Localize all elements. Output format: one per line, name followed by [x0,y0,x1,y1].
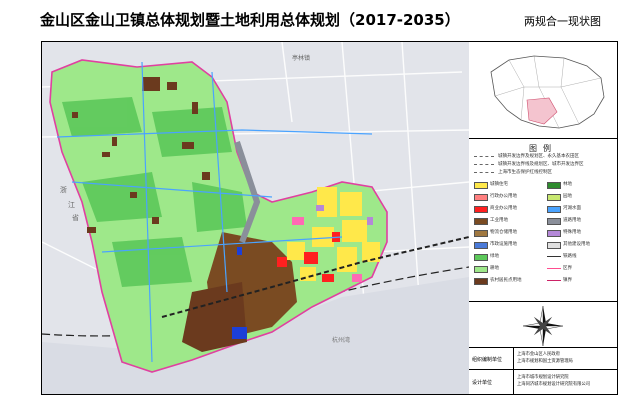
legend-swatch [474,266,488,273]
legend-swatch [547,218,561,225]
legend-item: 绿地 [474,253,544,261]
legend: 图例 城镇开发边界及规划区、永久基本农田区 城镇开发边界线及规划区、城市开发边界区… [469,139,617,302]
legend-swatch [474,230,488,237]
legend-item: 林地 [547,181,617,189]
locator-svg [469,42,617,138]
legend-swatch [474,206,488,213]
legend-swatch [474,254,488,261]
legend-item: 铁路线 [547,253,617,260]
utility-land-small [237,247,242,255]
legend-item: 道路用地 [547,217,617,225]
legend-item-label: 区界 [563,266,572,271]
info-row-design: 设计单位 上海市城市规划设计研究院 上海同济城市规划设计研究院有限公司 [469,369,617,395]
legend-swatch [547,230,561,237]
legend-item: 农村居民点用地 [474,277,544,285]
legend-item: 区界 [547,265,617,272]
legend-line-row: 城镇开发边界线及规划区、城市开发边界区 [474,161,612,168]
legend-item: 商业办公用地 [474,205,544,213]
label-place: 亭林镇 [292,54,310,62]
legend-swatch [474,278,488,285]
legend-swatch [547,242,561,249]
legend-item-label: 道路用地 [563,218,581,223]
legend-item: 市政设施用地 [474,241,544,249]
legend-item-label: 园地 [563,194,572,199]
label-province-2: 江 [68,201,75,209]
legend-item-label: 城镇住宅 [490,182,508,187]
legend-item: 其他建设用地 [547,241,617,249]
legend-item-label: 商业办公用地 [490,206,517,211]
legend-item: 行政办公用地 [474,193,544,201]
utility-land [232,327,247,339]
info-value-design-b: 上海同济城市规划设计研究院有限公司 [517,382,591,387]
legend-item-label: 特殊用地 [563,230,581,235]
compass-icon [522,305,564,347]
legend-item-label: 耕地 [490,266,499,271]
info-box: 组织编制单位 上海市金山区人民政府 上海市规划和国土资源管理局 设计单位 上海市… [469,347,617,395]
legend-swatch [474,194,488,201]
legend-swatch [547,268,561,269]
legend-swatch [547,256,561,257]
legend-swatch [547,206,561,213]
plan-sheet: 金山区金山卫镇总体规划暨土地利用总体规划（2017-2035） 两规合一现状图 [0,0,640,400]
legend-line-swatch [474,164,494,165]
legend-swatch [547,182,561,189]
page-title: 金山区金山卫镇总体规划暨土地利用总体规划（2017-2035） [40,11,460,29]
info-label-org: 组织编制单位 [472,357,503,363]
legend-item: 耕地 [474,265,544,273]
legend-line-label: 上海市生态保护红线控制区 [498,170,552,175]
legend-line-row: 上海市生态保护红线控制区 [474,169,612,176]
legend-swatch [474,218,488,225]
legend-line-swatch [474,156,494,157]
legend-item-label: 林地 [563,182,572,187]
legend-item-label: 河湖水面 [563,206,581,211]
label-coastal: 杭州湾 [332,336,350,344]
legend-swatch [474,242,488,249]
legend-item: 园地 [547,193,617,201]
locator-map[interactable] [469,42,617,139]
legend-line-label: 城镇开发边界及规划区、永久基本农田区 [498,154,579,159]
legend-item-label: 工业用地 [490,218,508,223]
legend-item-label: 绿地 [490,254,499,259]
legend-swatch [547,194,561,201]
legend-item-label: 镇界 [563,278,572,283]
legend-item: 河湖水面 [547,205,617,213]
legend-item: 镇界 [547,277,617,284]
info-label-design: 设计单位 [472,380,493,386]
info-row-org: 组织编制单位 上海市金山区人民政府 上海市规划和国土资源管理局 [469,347,617,370]
main-map[interactable]: 浙 江 省 亭林镇 杭州湾 [41,41,470,395]
legend-item-label: 其他建设用地 [563,242,590,247]
legend-item: 城镇住宅 [474,181,544,189]
info-value-org-a: 上海市金山区人民政府 [517,352,560,357]
side-panel: 图例 城镇开发边界及规划区、永久基本农田区 城镇开发边界线及规划区、城市开发边界区… [469,41,618,395]
label-province-3: 省 [72,213,79,222]
info-value-design-a: 上海市城市规划设计研究院 [517,375,569,380]
legend-line-row: 城镇开发边界及规划区、永久基本农田区 [474,153,612,160]
label-province: 浙 [60,185,67,194]
legend-item: 工业用地 [474,217,544,225]
map-subtitle: 两规合一现状图 [524,15,601,28]
legend-item-label: 农村居民点用地 [490,278,522,283]
info-value-org-b: 上海市规划和国土资源管理局 [517,359,573,364]
legend-item-label: 市政设施用地 [490,242,517,247]
land-use-map: 浙 江 省 亭林镇 杭州湾 [42,42,469,394]
legend-line-label: 城镇开发边界线及规划区、城市开发边界区 [498,162,584,167]
legend-item-label: 铁路线 [563,254,577,259]
legend-swatch [547,280,561,281]
legend-item-label: 物流仓储用地 [490,230,517,235]
legend-line-swatch [474,172,494,173]
legend-item: 物流仓储用地 [474,229,544,237]
legend-item-label: 行政办公用地 [490,194,517,199]
legend-item: 特殊用地 [547,229,617,237]
legend-swatch [474,182,488,189]
